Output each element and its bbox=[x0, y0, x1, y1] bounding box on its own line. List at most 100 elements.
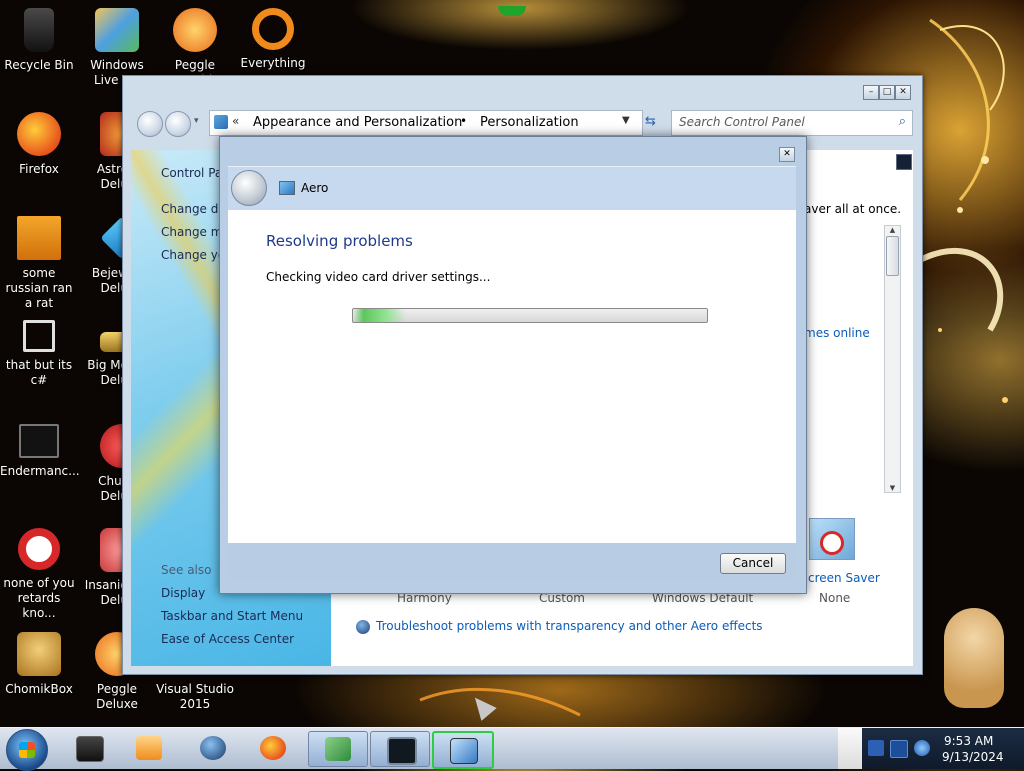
media-player-icon bbox=[136, 736, 162, 760]
hamster-image bbox=[944, 608, 1004, 708]
clock-time[interactable]: 9:53 AM bbox=[944, 734, 993, 748]
recycle-bin-icon bbox=[24, 8, 54, 52]
search-input[interactable]: Search Control Panel bbox=[679, 115, 805, 129]
window-caption: – □ ✕ bbox=[123, 76, 922, 104]
taskbar-overflow-strip bbox=[838, 728, 862, 769]
personalization-icon bbox=[450, 738, 478, 764]
help-icon[interactable] bbox=[896, 154, 912, 170]
desktop-icon-chuzzle[interactable]: Chuz Delu bbox=[78, 416, 128, 512]
everything-icon bbox=[252, 8, 294, 50]
see-also-display-link[interactable]: Display bbox=[161, 586, 205, 600]
address-bar[interactable]: « Appearance and Personalization • Perso… bbox=[209, 110, 643, 136]
aero-troubleshooter-dialog: ✕ Aero Resolving problems Checking video… bbox=[219, 136, 807, 594]
notification-area: 9:53 AM 9/13/2024 bbox=[862, 728, 1024, 769]
desktop-icon-label: Astro Delu bbox=[96, 162, 128, 191]
screen-saver-label[interactable]: creen Saver bbox=[808, 571, 880, 585]
taskbar-item-monitor[interactable] bbox=[370, 731, 430, 767]
tray-window-icon[interactable] bbox=[890, 740, 908, 758]
desktop-icon-label: Big Mo Delu bbox=[87, 358, 128, 387]
taskbar-item-media-player[interactable] bbox=[120, 731, 178, 765]
opera-icon bbox=[18, 528, 60, 570]
monitor-icon bbox=[387, 737, 417, 765]
dialog-close-button[interactable]: ✕ bbox=[779, 147, 795, 162]
themes-online-link[interactable]: mes online bbox=[804, 326, 870, 340]
taskbar-item-firefox[interactable] bbox=[244, 731, 302, 765]
tray-network-icon[interactable] bbox=[914, 740, 930, 756]
desktop-icon-bejeweled[interactable]: Bejew Delu bbox=[78, 208, 128, 304]
desktop-icon-insaniquarium[interactable]: Insaniq Delu bbox=[78, 520, 128, 616]
desktop-icon-label: Recycle Bin bbox=[4, 58, 74, 72]
breadcrumb-item-appearance[interactable]: Appearance and Personalization bbox=[253, 115, 462, 130]
firefox-icon bbox=[17, 112, 61, 156]
desktop-icon-russian-rat[interactable]: some russian ran a rat bbox=[0, 208, 78, 310]
desktop-icon-label: Firefox bbox=[19, 162, 59, 176]
progress-bar bbox=[352, 308, 708, 323]
back-button[interactable] bbox=[231, 170, 267, 206]
peggle-icon bbox=[173, 8, 217, 52]
start-button[interactable] bbox=[6, 729, 48, 771]
screen-saver-icon[interactable] bbox=[809, 518, 855, 560]
desktop-icon-chomikbox[interactable]: ChomikBox bbox=[0, 624, 78, 720]
screen-saver-value: None bbox=[819, 591, 851, 605]
desktop-icon-label: Insaniq Delu bbox=[84, 578, 128, 607]
intro-text-fragment: aver all at once. bbox=[804, 202, 902, 216]
desktop-icon-label: Chuz Delu bbox=[98, 474, 128, 503]
search-icon[interactable]: ⌕ bbox=[899, 114, 906, 129]
see-also-ease-of-access-link[interactable]: Ease of Access Center bbox=[161, 632, 294, 646]
scroll-thumb[interactable] bbox=[886, 236, 899, 276]
desktop-icon-endermanch[interactable]: Endermanc... bbox=[0, 416, 80, 512]
troubleshooter-icon bbox=[279, 181, 295, 195]
taskbar-item-control-panel[interactable] bbox=[308, 731, 368, 767]
globe-icon bbox=[200, 736, 226, 760]
back-button[interactable] bbox=[137, 111, 163, 137]
desktop-icon-firefox[interactable]: Firefox bbox=[0, 104, 78, 200]
firefox-icon bbox=[260, 736, 286, 760]
scroll-up-arrow-icon[interactable]: ▲ bbox=[885, 226, 900, 234]
globe-icon bbox=[356, 620, 370, 634]
windows-live-icon bbox=[95, 8, 139, 52]
forward-button[interactable] bbox=[165, 111, 191, 137]
breadcrumb-overflow-icon[interactable]: « bbox=[232, 114, 239, 128]
desktop-icon-label: Bejew Delu bbox=[91, 266, 128, 295]
dialog-header: Aero bbox=[228, 166, 796, 211]
monitor-icon bbox=[19, 424, 59, 458]
search-field[interactable]: Search Control Panel ⌕ bbox=[671, 110, 913, 136]
taskbar: 9:53 AM 9/13/2024 bbox=[0, 727, 1024, 771]
see-also-heading: See also bbox=[161, 563, 212, 577]
no-entry-icon bbox=[820, 531, 844, 555]
taskbar-item-personalization[interactable] bbox=[432, 731, 494, 769]
desktop-icon-none-of-you[interactable]: none of you retards kno... bbox=[0, 520, 78, 620]
clock-date[interactable]: 9/13/2024 bbox=[942, 750, 1004, 764]
close-button[interactable]: ✕ bbox=[895, 85, 911, 100]
minimize-button[interactable]: – bbox=[863, 85, 879, 100]
breadcrumb-item-personalization[interactable]: Personalization bbox=[480, 115, 579, 130]
desktop-icon-recycle-bin[interactable]: Recycle Bin bbox=[0, 0, 78, 96]
dialog-footer: Cancel bbox=[228, 543, 796, 581]
cmd-window-icon bbox=[76, 736, 104, 762]
desktop-icon-astro[interactable]: Astro Delu bbox=[78, 104, 128, 200]
taskbar-item-cmd[interactable] bbox=[60, 731, 118, 765]
progress-fill bbox=[353, 309, 407, 322]
refresh-icon[interactable]: ⇆ bbox=[645, 114, 656, 129]
windows-logo-icon bbox=[19, 742, 35, 758]
cancel-button[interactable]: Cancel bbox=[720, 553, 786, 574]
desktop-icon-big-money[interactable]: Big Mo Delu bbox=[78, 312, 128, 408]
file-icon bbox=[17, 216, 61, 260]
dialog-status-text: Checking video card driver settings... bbox=[266, 270, 491, 284]
control-panel-home-link[interactable]: Control Par bbox=[161, 166, 227, 180]
see-also-taskbar-link[interactable]: Taskbar and Start Menu bbox=[161, 609, 303, 623]
desktop-icon-that-but-csharp[interactable]: that but its c# bbox=[0, 312, 78, 408]
taskbar-item-globe[interactable] bbox=[184, 731, 242, 765]
dialog-content: Resolving problems Checking video card d… bbox=[228, 210, 796, 543]
address-dropdown-icon[interactable]: ▼ bbox=[622, 115, 630, 126]
themes-scrollbar[interactable]: ▲ ▼ bbox=[884, 225, 901, 493]
recent-pages-chevron-icon[interactable]: ▾ bbox=[194, 116, 199, 126]
scroll-down-arrow-icon[interactable]: ▼ bbox=[885, 484, 900, 492]
maximize-button[interactable]: □ bbox=[879, 85, 895, 100]
desktop-icon-label: Peggle Deluxe bbox=[96, 682, 138, 711]
desktop-icon-label: that but its c# bbox=[5, 358, 73, 387]
dialog-title: Aero bbox=[301, 181, 329, 195]
desktop-icon-label: Everything bbox=[240, 56, 306, 70]
troubleshoot-link[interactable]: Troubleshoot problems with transparency … bbox=[376, 619, 763, 633]
tray-app-icon[interactable] bbox=[868, 740, 884, 756]
